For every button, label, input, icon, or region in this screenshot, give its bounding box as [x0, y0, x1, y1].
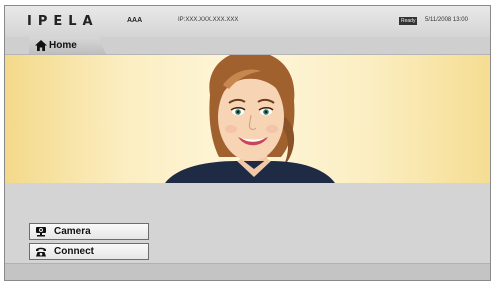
- home-icon: [35, 40, 47, 51]
- video-feed-avatar: [165, 55, 335, 183]
- menu-panel: Camera Connect: [5, 183, 490, 263]
- date-time: 5/11/2008 13:00: [425, 17, 468, 23]
- camera-button[interactable]: Camera: [29, 223, 149, 240]
- status-badge: Ready: [399, 17, 418, 25]
- phone-icon: [36, 247, 46, 257]
- ipela-logo: IPELA: [27, 14, 99, 29]
- user-name: AAA: [127, 17, 143, 24]
- video-feed: [5, 55, 490, 183]
- status-bar: IPELA AAA IP:XXX.XXX.XXX.XXX Ready 5/11/…: [5, 6, 490, 37]
- bottom-bar: [5, 263, 490, 280]
- ip-address: IP:XXX.XXX.XXX.XXX: [178, 17, 239, 23]
- camera-icon: [36, 227, 46, 237]
- connect-button[interactable]: Connect: [29, 243, 149, 260]
- camera-button-label: Camera: [54, 226, 91, 237]
- connect-button-label: Connect: [54, 246, 94, 257]
- tab-home-label: Home: [49, 40, 77, 51]
- tab-home[interactable]: Home: [29, 37, 106, 55]
- main-screen: IPELA AAA IP:XXX.XXX.XXX.XXX Ready 5/11/…: [4, 5, 491, 281]
